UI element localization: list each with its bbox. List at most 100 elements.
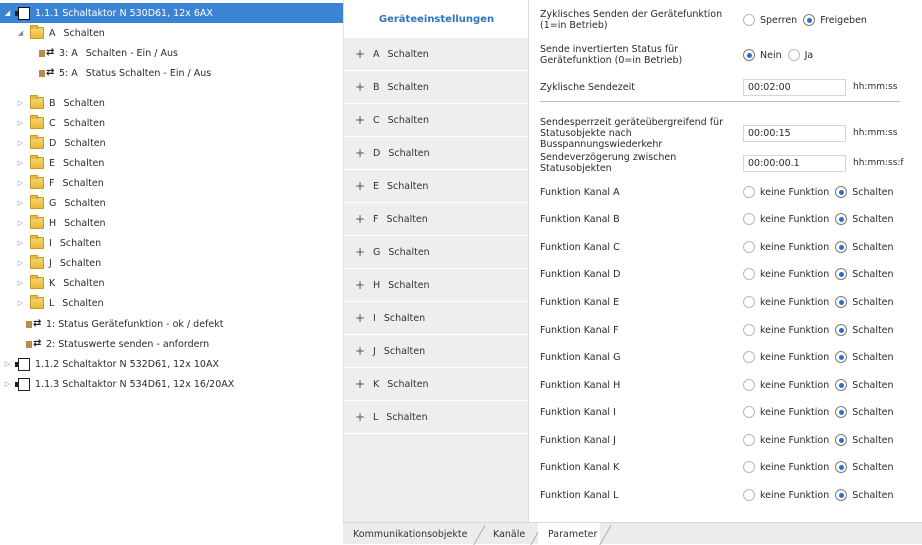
tree-object-1[interactable]: ⇄ 1: Status Gerätefunktion - ok / defekt [0,314,343,334]
channel-item-f[interactable]: + F Schalten [344,203,529,236]
radio-option-schalten[interactable]: Schalten [835,379,894,391]
radio-option-keine-funktion[interactable]: keine Funktion [743,324,829,336]
collapse-arrow-icon[interactable]: ◢ [16,29,25,37]
tree-folder-e[interactable]: ▷ E Schalten [0,153,343,173]
radio-button-selected[interactable] [835,351,848,363]
radio-button[interactable] [743,461,755,473]
radio-button[interactable] [743,14,755,26]
radio-button-selected[interactable] [835,379,848,391]
radio-option-keine-funktion[interactable]: keine Funktion [743,489,829,501]
project-tree[interactable]: ◢ 1.1.1 Schaltaktor N 530D61, 12x 6AX ◢ … [0,0,343,544]
channel-item-h[interactable]: + H Schalten [344,269,529,302]
radio-button-selected[interactable] [835,324,848,336]
radio-button[interactable] [743,268,755,280]
radio-option-keine-funktion[interactable]: keine Funktion [743,406,829,418]
radio-button-selected[interactable] [835,461,848,473]
expand-arrow-icon[interactable]: ▷ [16,219,25,227]
radio-button-selected[interactable] [835,241,848,253]
radio-option-schalten[interactable]: Schalten [835,213,894,225]
radio-option-keine-funktion[interactable]: keine Funktion [743,213,829,225]
tree-object-2[interactable]: ⇄ 2: Statuswerte senden - anfordern [0,334,343,354]
radio-button-selected[interactable] [835,213,848,225]
radio-option-schalten[interactable]: Schalten [835,296,894,308]
radio-button-selected[interactable] [835,489,848,501]
tree-object-a-5[interactable]: ⇄ 5: A Status Schalten - Ein / Aus [0,63,343,83]
expand-arrow-icon[interactable]: ▷ [16,299,25,307]
tree-folder-a[interactable]: ◢ A Schalten [0,23,343,43]
radio-option-keine-funktion[interactable]: keine Funktion [743,351,829,363]
radio-option-schalten[interactable]: Schalten [835,268,894,280]
tree-folder-k[interactable]: ▷ K Schalten [0,273,343,293]
radio-button[interactable] [743,213,755,225]
radio-option-schalten[interactable]: Schalten [835,434,894,446]
tree-device-2[interactable]: ▷ 1.1.2 Schaltaktor N 532D61, 12x 10AX [0,354,343,374]
channel-item-d[interactable]: + D Schalten [344,137,529,170]
radio-option-keine-funktion[interactable]: keine Funktion [743,296,829,308]
tree-device-3[interactable]: ▷ 1.1.3 Schaltaktor N 534D61, 12x 16/20A… [0,374,343,394]
tree-device-1[interactable]: ◢ 1.1.1 Schaltaktor N 530D61, 12x 6AX [0,3,343,23]
channel-item-g[interactable]: + G Schalten [344,236,529,269]
radio-option-keine-funktion[interactable]: keine Funktion [743,268,829,280]
radio-option-keine-funktion[interactable]: keine Funktion [743,186,829,198]
tree-folder-g[interactable]: ▷ G Schalten [0,193,343,213]
expand-arrow-icon[interactable]: ▷ [16,259,25,267]
radio-button[interactable] [743,489,755,501]
radio-button[interactable] [743,324,755,336]
expand-arrow-icon[interactable]: ▷ [3,360,12,368]
channel-item-c[interactable]: + C Schalten [344,104,529,137]
tree-folder-b[interactable]: ▷ B Schalten [0,93,343,113]
device-settings-tab[interactable]: Geräteeinstellungen [344,0,529,38]
radio-button[interactable] [787,49,800,61]
expand-arrow-icon[interactable]: ▷ [16,279,25,287]
send-lock-input[interactable]: 00:00:15 [743,124,846,142]
channel-item-j[interactable]: + J Schalten [344,335,529,368]
radio-option-schalten[interactable]: Schalten [835,406,894,418]
radio-button[interactable] [743,434,755,446]
expand-arrow-icon[interactable]: ▷ [16,99,25,107]
tree-object-a-3[interactable]: ⇄ 3: A Schalten - Ein / Aus [0,43,343,63]
expand-arrow-icon[interactable]: ▷ [3,380,12,388]
radio-option-keine-funktion[interactable]: keine Funktion [743,434,829,446]
tree-folder-h[interactable]: ▷ H Schalten [0,213,343,233]
tree-folder-i[interactable]: ▷ I Schalten [0,233,343,253]
expand-arrow-icon[interactable]: ▷ [16,199,25,207]
tab-parameter[interactable]: Parameter [538,523,600,545]
tree-folder-l[interactable]: ▷ L Schalten [0,293,343,313]
radio-option-keine-funktion[interactable]: keine Funktion [743,379,829,391]
radio-option-schalten[interactable]: Schalten [835,351,894,363]
radio-option-sperren[interactable]: Sperren [743,14,797,26]
cyclic-time-input[interactable]: 00:02:00 [743,78,846,96]
channel-item-b[interactable]: + B Schalten [344,71,529,104]
radio-button[interactable] [743,186,755,198]
channel-item-e[interactable]: + E Schalten [344,170,529,203]
radio-button[interactable] [743,241,755,253]
send-delay-input[interactable]: 00:00:00.1 [743,154,846,172]
radio-button[interactable] [743,379,755,391]
radio-button-selected[interactable] [835,296,848,308]
radio-button-selected[interactable] [835,186,848,198]
expand-arrow-icon[interactable]: ▷ [16,179,25,187]
radio-option-ja[interactable]: Ja [787,49,813,61]
expand-arrow-icon[interactable]: ▷ [16,139,25,147]
channel-item-a[interactable]: + A Schalten [344,38,529,71]
radio-option-schalten[interactable]: Schalten [835,241,894,253]
tab-kommunikationsobjekte[interactable]: Kommunikationsobjekte [343,523,473,545]
radio-option-schalten[interactable]: Schalten [835,186,894,198]
tree-folder-d[interactable]: ▷ D Schalten [0,133,343,153]
radio-button-selected[interactable] [835,406,848,418]
radio-option-keine-funktion[interactable]: keine Funktion [743,241,829,253]
radio-button[interactable] [743,351,755,363]
expand-arrow-icon[interactable]: ▷ [16,119,25,127]
radio-button[interactable] [743,406,755,418]
radio-button-selected[interactable] [743,49,755,61]
tree-folder-j[interactable]: ▷ J Schalten [0,253,343,273]
radio-button-selected[interactable] [835,268,848,280]
radio-button-selected[interactable] [835,434,848,446]
radio-option-schalten[interactable]: Schalten [835,324,894,336]
radio-button-selected[interactable] [803,14,816,26]
radio-option-nein[interactable]: Nein [743,49,782,61]
radio-option-schalten[interactable]: Schalten [835,489,894,501]
tree-folder-c[interactable]: ▷ C Schalten [0,113,343,133]
channel-item-l[interactable]: + L Schalten [344,401,529,434]
radio-option-freigeben[interactable]: Freigeben [803,14,867,26]
